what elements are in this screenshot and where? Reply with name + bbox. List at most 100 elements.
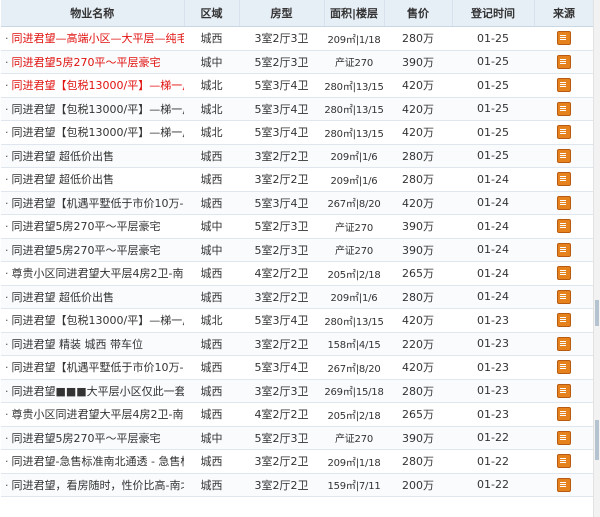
source-cell [534, 167, 594, 192]
source-icon[interactable] [557, 54, 571, 69]
source-icon[interactable] [557, 31, 571, 46]
listing-title-link[interactable]: 同进君望 超低价出售 [12, 291, 115, 304]
listing-title-link[interactable]: 尊贵小区同进君望大平层4房2卫-南北通 [12, 408, 185, 421]
source-icon[interactable] [557, 266, 571, 281]
listing-title-link[interactable]: 同进君望【包税13000/平】—梯一户大 [12, 126, 185, 139]
source-cell [534, 73, 594, 98]
page-scrollbar[interactable] [593, 0, 600, 517]
date-cell: 01-25 [452, 26, 534, 51]
listing-title-link[interactable]: 同进君望【机遇平墅低于市价10万-纯毛 [12, 197, 185, 210]
size-floor-cell: 产证270 [324, 214, 384, 239]
source-icon[interactable] [557, 148, 571, 163]
source-cell [534, 402, 594, 427]
source-icon[interactable] [557, 78, 571, 93]
source-icon[interactable] [557, 336, 571, 351]
table-row: ·同进君望【机遇平墅低于市价10万-纯毛城西5室3厅4卫267㎡|8/20420… [1, 191, 594, 215]
source-icon[interactable] [557, 289, 571, 304]
listing-title-link[interactable]: 同进君望【包税13000/平】—梯一户大 [12, 314, 185, 327]
listing-title-link[interactable]: 同进君望【包税13000/平】—梯一户大 [12, 79, 185, 92]
date-cell: 01-25 [452, 97, 534, 121]
source-icon[interactable] [557, 313, 571, 328]
size-floor-cell: 280㎡|13/15 [324, 308, 384, 333]
table-row: ·同进君望【包税13000/平】—梯一户大城北5室3厅4卫280㎡|13/154… [1, 97, 594, 121]
listing-title-link[interactable]: 同进君望■■■大平层小区仅此一套-急 [12, 385, 185, 398]
table-row: · 同进君望 精装 城西 带车位 城西 3室2厅2卫 158㎡|4/15 220万 01-2… [1, 332, 594, 356]
district-cell: 城西 [184, 261, 239, 286]
listing-title-link[interactable]: 同进君望，看房随时，性价比高-南北通 [12, 479, 185, 492]
source-icon[interactable] [557, 195, 571, 210]
source-icon[interactable] [557, 125, 571, 140]
source-icon[interactable] [557, 360, 571, 375]
listing-title-link[interactable]: 同进君望5房270平～平层豪宅 [12, 244, 161, 257]
size-floor-cell: 209㎡|1/6 [324, 285, 384, 309]
header-area[interactable]: 区域 [184, 0, 240, 27]
listing-title-link[interactable]: 同进君望 超低价出售 [12, 150, 115, 163]
listing-title-link[interactable]: 同进君望 精装 城西 带车位 [12, 338, 144, 351]
bullet-icon: · [5, 102, 9, 116]
source-cell [534, 144, 594, 168]
room-type-cell: 5室2厅3卫 [239, 214, 324, 239]
date-cell: 01-22 [452, 449, 534, 474]
price-cell: 280万 [384, 285, 452, 309]
district-cell: 城西 [184, 355, 239, 380]
listing-title-link[interactable]: 同进君望-急售标准南北通透 - 急售标 [12, 455, 185, 468]
room-type-cell: 3室2厅2卫 [239, 449, 324, 474]
bullet-icon: · [5, 126, 9, 140]
source-icon[interactable] [557, 383, 571, 398]
price-cell: 280万 [384, 449, 452, 474]
district-cell: 城北 [184, 97, 239, 121]
source-icon[interactable] [557, 477, 571, 492]
header-price[interactable]: 售价 [384, 0, 453, 27]
source-cell [534, 261, 594, 286]
listing-name-cell: · 同进君望，看房随时，性价比高-南北通 [1, 473, 184, 497]
size-floor-cell: 205㎡|2/18 [324, 261, 384, 286]
listing-title-link[interactable]: 同进君望【包税13000/平】—梯一户大 [12, 103, 185, 116]
header-date[interactable]: 登记时间 [452, 0, 535, 27]
bullet-icon: · [5, 220, 9, 234]
district-cell: 城西 [184, 379, 239, 403]
source-icon[interactable] [557, 101, 571, 116]
listing-name-cell: · 同进君望 超低价出售 [1, 144, 184, 168]
listing-title-link[interactable]: 同进君望5房270平～平层豪宅 [12, 56, 161, 69]
source-cell [534, 238, 594, 262]
source-icon[interactable] [557, 407, 571, 422]
district-cell: 城西 [184, 144, 239, 168]
bullet-icon: · [5, 408, 9, 422]
table-row: · 同进君望5房270平～平层豪宅 城中 5室2厅3卫 产证270 390万 01-22 [1, 426, 594, 450]
listing-name-cell: ·同进君望【机遇平墅低于市价10万-纯毛 [1, 355, 185, 380]
price-cell: 390万 [384, 426, 452, 450]
listing-name-cell: · 同进君望-急售标准南北通透 - 急售标 [1, 449, 185, 474]
listing-title-link[interactable]: 同进君望—高端小区—大平层—纯毛坯户 [12, 32, 185, 45]
table-row: ·同进君望【包税13000/平】—梯一户大城北5室3厅4卫280㎡|13/154… [1, 73, 594, 98]
listing-name-cell: · 同进君望 精装 城西 带车位 [1, 332, 184, 356]
bullet-icon: · [5, 243, 9, 257]
source-icon[interactable] [557, 430, 571, 445]
listing-title-link[interactable]: 同进君望 超低价出售 [12, 173, 115, 186]
source-cell [534, 355, 594, 380]
listing-name-cell: ·同进君望【包税13000/平】—梯一户大 [1, 308, 185, 333]
listing-title-link[interactable]: 尊贵小区同进君望大平层4房2卫-南北通 [12, 267, 185, 280]
header-type[interactable]: 房型 [239, 0, 325, 27]
date-cell: 01-25 [452, 50, 534, 74]
listing-name-cell: · 同进君望 超低价出售 [1, 285, 184, 309]
source-icon[interactable] [557, 219, 571, 234]
source-icon[interactable] [557, 172, 571, 187]
date-cell: 01-25 [452, 144, 534, 168]
header-name[interactable]: 物业名称 [1, 0, 185, 27]
header-size[interactable]: 面积|楼层 [324, 0, 385, 27]
listing-title-link[interactable]: 同进君望【机遇平墅低于市价10万-纯毛 [12, 361, 185, 374]
listing-name-cell: ·同进君望【包税13000/平】—梯一户大 [1, 73, 185, 98]
date-cell: 01-23 [452, 355, 534, 380]
table-row: · 同进君望 超低价出售 城西 3室2厅2卫 209㎡|1/6 280万 01-24 [1, 167, 594, 192]
source-cell [534, 473, 594, 497]
bullet-icon: · [5, 431, 9, 445]
district-cell: 城西 [184, 332, 239, 356]
price-cell: 420万 [384, 355, 452, 380]
source-icon[interactable] [557, 242, 571, 257]
date-cell: 01-24 [452, 238, 534, 262]
listing-title-link[interactable]: 同进君望5房270平～平层豪宅 [12, 220, 161, 233]
listing-title-link[interactable]: 同进君望5房270平～平层豪宅 [12, 432, 161, 445]
room-type-cell: 5室3厅4卫 [239, 73, 324, 98]
source-icon[interactable] [557, 454, 571, 469]
date-cell: 01-24 [452, 261, 534, 286]
